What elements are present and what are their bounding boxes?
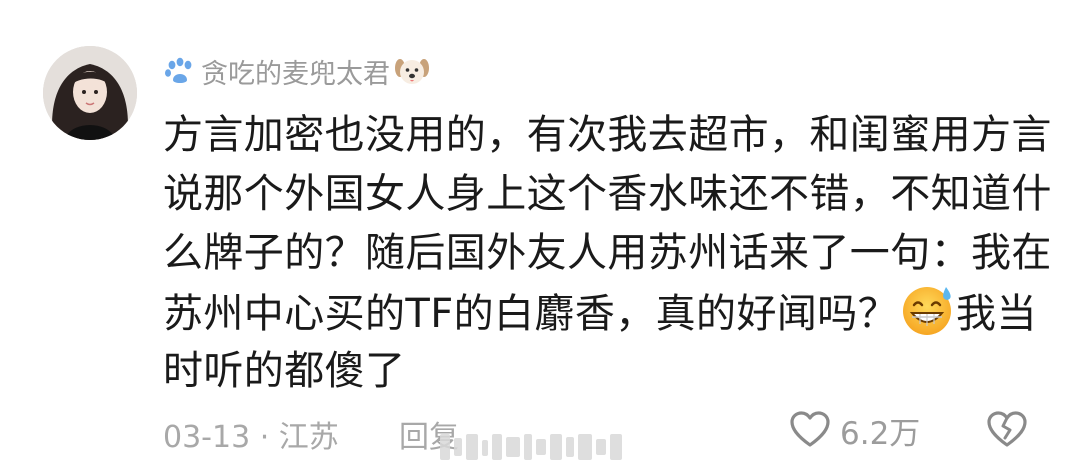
paw-icon <box>165 57 192 83</box>
comment-line-4: 苏州中心买的TF的白麝香，真的好闻吗？ 我当 <box>163 283 1043 342</box>
like-button[interactable]: 6.2万 <box>790 406 920 454</box>
avatar[interactable] <box>43 46 137 140</box>
comment-line-2: 说那个外国女人身上这个香水味还不错，不知道什 <box>163 171 1052 217</box>
username-text: 贪吃的麦兜太君 <box>201 58 390 90</box>
comment-line-3: 么牌子的？随后国外友人用苏州话来了一句：我在 <box>163 230 1052 276</box>
comment-line-1: 方言加密也没用的，有次我去超市，和闺蜜用方言 <box>163 112 1052 158</box>
watermark-icon <box>440 434 622 460</box>
grinning-sweat-emoji <box>903 287 952 335</box>
like-count: 6.2万 <box>840 415 921 452</box>
comment-line-4-text: 苏州中心买的TF的白麝香，真的好闻吗？ <box>163 291 899 337</box>
username-row[interactable]: 贪吃的麦兜太君 <box>163 53 430 90</box>
comment-line-5: 时听的都傻了 <box>163 348 406 394</box>
heart-outline-icon <box>790 411 830 447</box>
dislike-button[interactable] <box>986 408 1028 458</box>
date-location: 03-13 · 江苏 <box>163 420 339 455</box>
comment-line-4-tail: 我当 <box>956 291 1037 337</box>
broken-heart-icon <box>987 411 1027 447</box>
avatar-icon <box>43 46 137 140</box>
dog-face-icon <box>395 59 429 84</box>
comment-body: 方言加密也没用的，有次我去超市，和闺蜜用方言 说那个外国女人身上这个香水味还不错… <box>163 106 1052 401</box>
